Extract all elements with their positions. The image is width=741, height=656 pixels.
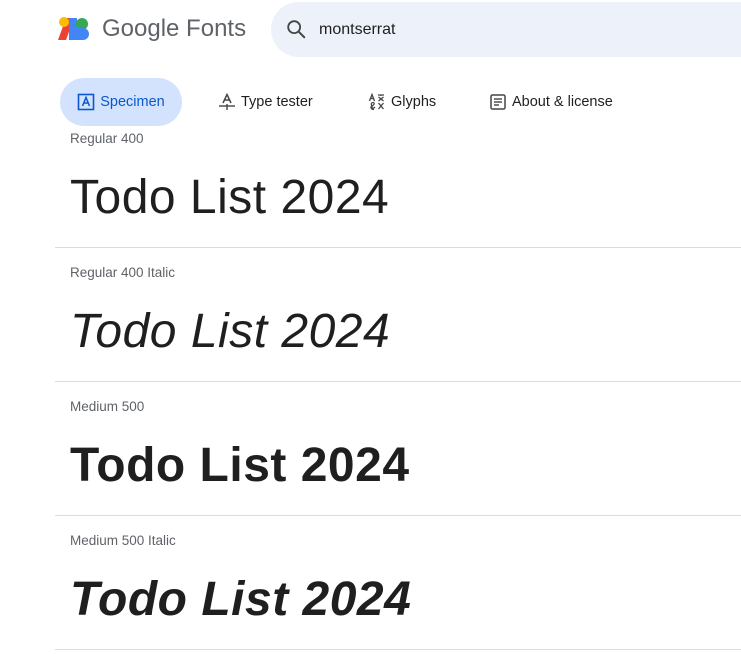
- style-name: Medium 500: [70, 399, 145, 414]
- style-row-medium-500-italic: Medium 500 Italic Todo List 2024: [55, 516, 741, 650]
- brand-name[interactable]: Google Fonts: [102, 13, 246, 45]
- page: Google Fonts Specimen Type tester: [0, 0, 741, 656]
- divider: [55, 649, 741, 650]
- google-fonts-logo-icon[interactable]: [56, 16, 90, 42]
- style-name: Regular 400 Italic: [70, 265, 176, 280]
- style-name: Regular 400: [70, 131, 144, 146]
- search-icon[interactable]: [285, 18, 307, 40]
- style-sample: Todo List 2024: [70, 305, 391, 358]
- style-row-regular-400-italic: Regular 400 Italic Todo List 2024: [55, 248, 741, 382]
- style-row-medium-500: Medium 500 Todo List 2024: [55, 382, 741, 516]
- glyphs-icon: [368, 93, 384, 111]
- tab-label: Type tester: [241, 94, 313, 110]
- tab-label: About & license: [512, 94, 613, 110]
- style-sample: Todo List 2024: [70, 171, 390, 224]
- type-tester-icon: [219, 93, 235, 110]
- tab-label: Glyphs: [391, 94, 437, 110]
- specimen-icon: [77, 93, 95, 111]
- about-icon: [490, 94, 506, 110]
- tab-label: Specimen: [100, 94, 165, 110]
- style-sample: Todo List 2024: [70, 573, 412, 626]
- style-name: Medium 500 Italic: [70, 533, 176, 548]
- search-input[interactable]: [319, 16, 719, 44]
- top-app-bar: Google Fonts: [0, 0, 741, 60]
- style-sample: Todo List 2024: [70, 439, 410, 492]
- search-bar[interactable]: [271, 2, 741, 57]
- style-row-regular-400: Regular 400 Todo List 2024: [55, 114, 741, 248]
